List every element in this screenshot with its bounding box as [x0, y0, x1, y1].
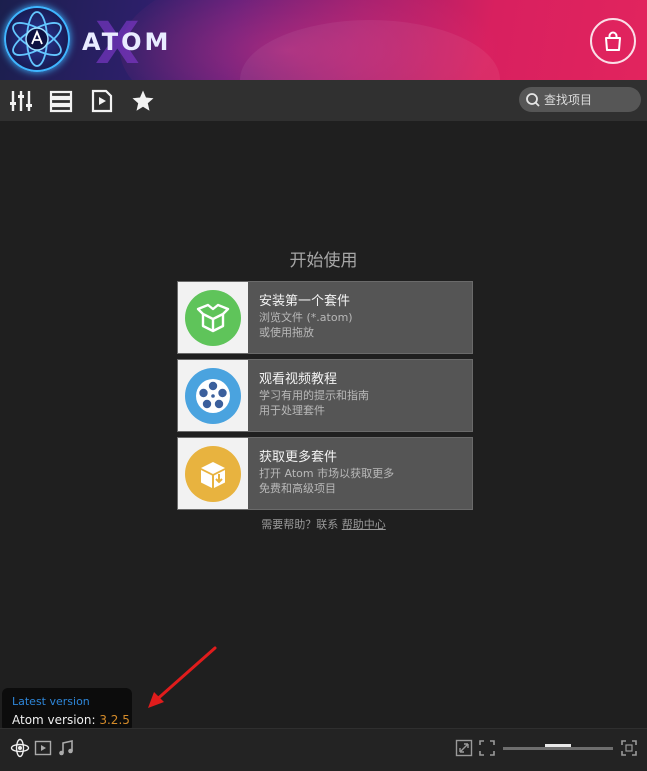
- sliders-icon[interactable]: [8, 88, 34, 114]
- video-icon[interactable]: [33, 738, 53, 758]
- atom-logo-icon: [4, 6, 70, 72]
- download-box-icon: [185, 445, 241, 502]
- header-banner: X ATOM: [0, 0, 647, 80]
- get-more-packages-card[interactable]: 获取更多套件 打开 Atom 市场以获取更多 免费和高级项目: [177, 437, 473, 510]
- card-line: 用于处理套件: [259, 404, 325, 417]
- card-line: 学习有用的提示和指南: [259, 389, 369, 402]
- card-line: 免费和高级项目: [259, 482, 336, 495]
- card-line: 打开 Atom 市场以获取更多: [259, 467, 395, 480]
- card-title: 安装第一个套件: [259, 294, 351, 309]
- install-package-card[interactable]: 安装第一个套件 浏览文件 (*.atom) 或使用拖放: [177, 281, 473, 354]
- search-input[interactable]: [544, 92, 636, 107]
- search-box[interactable]: [519, 87, 641, 112]
- annotation-arrow: [148, 646, 217, 708]
- page-title: 开始使用: [289, 251, 358, 271]
- version-tooltip: Latest version Atom version: 3.2.5: [2, 688, 132, 732]
- shopping-bag-icon: [605, 31, 621, 51]
- music-icon[interactable]: [56, 738, 76, 758]
- logo-wordmark: ATOM: [82, 28, 172, 56]
- film-reel-icon: [185, 367, 241, 424]
- play-file-icon[interactable]: [89, 88, 115, 114]
- zoom-slider[interactable]: [503, 744, 613, 750]
- search-icon: [526, 92, 540, 107]
- version-label: Atom version:: [12, 713, 100, 727]
- list-icon[interactable]: [48, 88, 74, 114]
- version-number: 3.2.5: [99, 713, 130, 727]
- card-line: 浏览文件 (*.atom): [259, 311, 353, 324]
- card-title: 获取更多套件: [259, 450, 338, 465]
- zoom-slider-thumb[interactable]: [545, 744, 571, 747]
- fullscreen-icon[interactable]: [619, 738, 639, 758]
- star-icon[interactable]: [130, 88, 156, 114]
- help-center-link[interactable]: 帮助中心: [342, 518, 386, 531]
- shrink-icon[interactable]: [454, 738, 474, 758]
- package-open-icon: [185, 289, 241, 346]
- shop-button[interactable]: [590, 18, 636, 64]
- fit-icon[interactable]: [477, 738, 497, 758]
- tooltip-title: Latest version: [12, 695, 90, 708]
- atom-icon[interactable]: [10, 738, 30, 758]
- card-title: 观看视频教程: [259, 372, 338, 387]
- help-text: 需要帮助？联系: [261, 518, 339, 531]
- card-line: 或使用拖放: [259, 326, 314, 339]
- watch-tutorial-card[interactable]: 观看视频教程 学习有用的提示和指南 用于处理套件: [177, 359, 473, 432]
- help-line: 需要帮助？联系 帮助中心: [0, 516, 647, 532]
